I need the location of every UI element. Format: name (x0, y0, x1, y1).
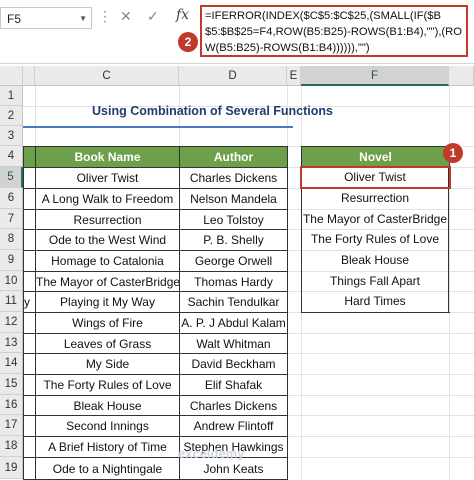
table-cell-author[interactable]: Thomas Hardy (179, 271, 288, 292)
table-cell-author[interactable]: Nelson Mandela (179, 188, 288, 210)
novel-cell[interactable]: Things Fall Apart (301, 271, 449, 291)
table-cell-book-name[interactable]: A Brief History of Time (35, 436, 180, 458)
novel-header[interactable]: Novel (301, 146, 450, 168)
insert-function-icon[interactable]: fx (176, 7, 189, 23)
table-cell-author[interactable]: Elif Shafak (179, 374, 288, 396)
col-header-e[interactable]: E (287, 66, 301, 86)
row-header-18[interactable]: 18 (0, 436, 23, 457)
novel-cell[interactable]: The Mayor of CasterBridge (301, 209, 449, 229)
col-header-b[interactable] (23, 66, 35, 86)
watermark-logo: exceldemy (178, 446, 245, 461)
table-cell-book-name[interactable]: Second Innings (35, 415, 180, 437)
title-underline (23, 126, 293, 128)
row-header-3[interactable]: 3 (0, 126, 23, 146)
sheet-title: Using Combination of Several Functions (92, 104, 333, 118)
enter-icon[interactable]: ✓ (147, 8, 159, 25)
table-cell-book-name[interactable]: Bleak House (35, 395, 180, 416)
formula-input[interactable]: =IFERROR(INDEX($C$5:$C$25,(SMALL(IF($B$5… (200, 5, 468, 57)
cancel-icon[interactable]: ✕ (120, 8, 132, 25)
formula-bar: F5 ▼ ⋮ ✕ ✓ fx 2 =IFERROR(INDEX($C$5:$C$2… (0, 0, 474, 64)
col-header-d[interactable]: D (179, 66, 287, 86)
row-header-13[interactable]: 13 (0, 333, 23, 353)
table-cell-author[interactable]: George Orwell (179, 250, 288, 272)
table-cell-author[interactable]: David Beckham (179, 353, 288, 375)
col-header-g[interactable] (449, 66, 474, 86)
more-options-icon[interactable]: ⋮ (98, 9, 112, 23)
row-header-19[interactable]: 19 (0, 457, 23, 479)
row-header-9[interactable]: 9 (0, 250, 23, 271)
table-cell-book-name[interactable]: My Side (35, 353, 180, 375)
table-cell-author[interactable]: Walt Whitman (179, 333, 288, 354)
chevron-down-icon[interactable]: ▼ (79, 8, 87, 30)
table-cell-book-name[interactable]: Ode to a Nightingale (35, 457, 180, 480)
row-header-7[interactable]: 7 (0, 209, 23, 229)
table-cell-book-name[interactable]: Ode to the West Wind (35, 229, 180, 251)
table-header-book-name[interactable]: Book Name (35, 146, 180, 168)
row-header-5[interactable]: 5 (0, 167, 23, 188)
table-cell-author[interactable]: A. P. J Abdul Kalam (179, 312, 288, 334)
table-cell-book-name[interactable]: Resurrection (35, 209, 180, 230)
table-cell-book-name[interactable]: Wings of Fire (35, 312, 180, 334)
table-cell-book-name[interactable]: The Mayor of CasterBridge (35, 271, 180, 292)
table-cell-author[interactable]: Andrew Flintoff (179, 415, 288, 437)
table-cell-book-name[interactable]: Oliver Twist (35, 167, 180, 189)
table-cell-author[interactable]: Sachin Tendulkar (179, 291, 288, 313)
table-cell-book-name[interactable]: A Long Walk to Freedom (35, 188, 180, 210)
row-header-2[interactable]: 2 (0, 106, 23, 126)
callout-badge-1: 1 (443, 143, 463, 163)
active-cell-f5[interactable] (300, 166, 451, 189)
novel-cell[interactable]: Bleak House (301, 250, 449, 271)
row-header-12[interactable]: 12 (0, 312, 23, 333)
table-header-b[interactable] (23, 146, 36, 168)
novel-box-bottom (301, 312, 450, 313)
table-cell-author[interactable]: Charles Dickens (179, 395, 288, 416)
name-box-value: F5 (7, 12, 22, 26)
col-header-f[interactable]: F (301, 66, 449, 86)
row-header-16[interactable]: 16 (0, 395, 23, 415)
row-header-14[interactable]: 14 (0, 353, 23, 374)
novel-cell[interactable]: The Forty Rules of Love (301, 229, 449, 250)
novel-cell[interactable]: Resurrection (301, 188, 449, 209)
select-all-corner[interactable] (0, 66, 23, 86)
row-header-1[interactable]: 1 (0, 86, 23, 106)
callout-badge-2: 2 (178, 32, 198, 52)
table-cell-book-name[interactable]: Leaves of Grass (35, 333, 180, 354)
row-header-10[interactable]: 10 (0, 271, 23, 291)
col-header-c[interactable]: C (35, 66, 179, 86)
row-header-11[interactable]: 11 (0, 291, 23, 312)
table-header-author[interactable]: Author (179, 146, 288, 168)
table-cell-author[interactable]: P. B. Shelly (179, 229, 288, 251)
table-cell-book-name[interactable]: Homage to Catalonia (35, 250, 180, 272)
row-header-4[interactable]: 4 (0, 146, 23, 167)
row-header-8[interactable]: 8 (0, 229, 23, 250)
row-header-6[interactable]: 6 (0, 188, 23, 209)
table-cell-author[interactable]: Charles Dickens (179, 167, 288, 189)
novel-cell[interactable]: Hard Times (301, 291, 449, 312)
table-cell-book-name[interactable]: Playing it My Way (35, 291, 180, 313)
table-cell-book-name[interactable]: The Forty Rules of Love (35, 374, 180, 396)
name-box[interactable]: F5 ▼ (0, 7, 92, 29)
row-header-17[interactable]: 17 (0, 415, 23, 436)
row-header-15[interactable]: 15 (0, 374, 23, 395)
table-cell-author[interactable]: Leo Tolstoy (179, 209, 288, 230)
